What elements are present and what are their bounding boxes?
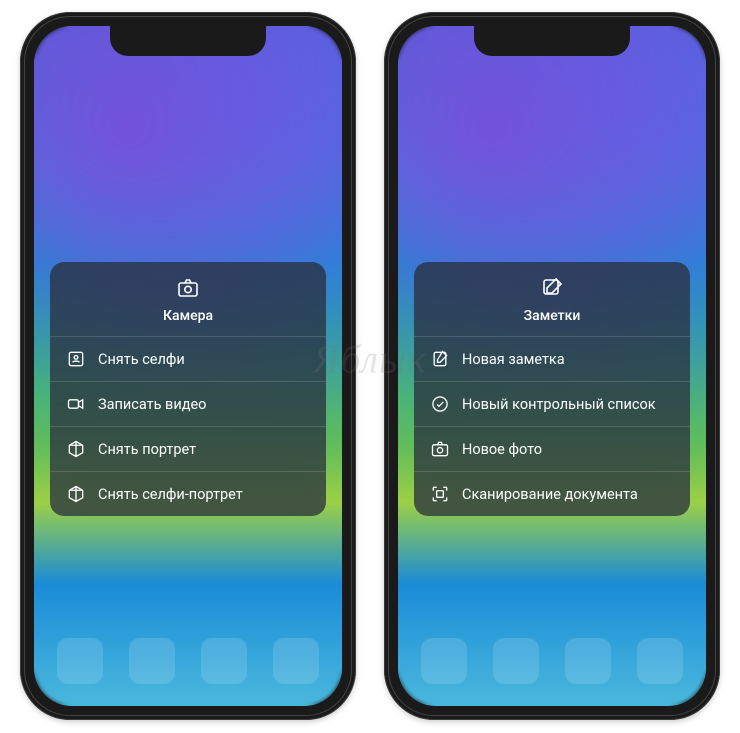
menu-header: Заметки — [414, 262, 690, 336]
menu-title: Заметки — [524, 308, 581, 324]
camera-icon — [176, 276, 200, 300]
dock — [44, 626, 332, 696]
action-new-photo[interactable]: Новое фото — [414, 426, 690, 471]
action-label: Сканирование документа — [462, 486, 638, 503]
menu-title: Камера — [163, 308, 213, 324]
phone-frame-left: Камера Снять селфи Записать видео Снять … — [20, 12, 356, 720]
menu-header: Камера — [50, 262, 326, 336]
quick-action-menu-camera[interactable]: Камера Снять селфи Записать видео Снять … — [50, 262, 326, 516]
action-scan-document[interactable]: Сканирование документа — [414, 471, 690, 516]
action-label: Новая заметка — [462, 351, 565, 368]
action-label: Записать видео — [98, 396, 206, 413]
action-label: Новый контрольный список — [462, 396, 656, 413]
phone-frame-right: Заметки Новая заметка Новый контрольный … — [384, 12, 720, 720]
note-icon — [430, 349, 450, 369]
portrait-icon — [66, 484, 86, 504]
dock — [408, 626, 696, 696]
checklist-icon — [430, 394, 450, 414]
portrait-icon — [66, 439, 86, 459]
screen: Заметки Новая заметка Новый контрольный … — [398, 26, 706, 706]
scan-icon — [430, 484, 450, 504]
action-take-selfie-portrait[interactable]: Снять селфи-портрет — [50, 471, 326, 516]
action-label: Снять селфи — [98, 351, 185, 368]
action-label: Снять селфи-портрет — [98, 486, 243, 503]
action-record-video[interactable]: Записать видео — [50, 381, 326, 426]
action-take-selfie[interactable]: Снять селфи — [50, 336, 326, 381]
screen: Камера Снять селфи Записать видео Снять … — [34, 26, 342, 706]
action-new-note[interactable]: Новая заметка — [414, 336, 690, 381]
camera-icon — [430, 439, 450, 459]
action-new-checklist[interactable]: Новый контрольный список — [414, 381, 690, 426]
video-icon — [66, 394, 86, 414]
action-take-portrait[interactable]: Снять портрет — [50, 426, 326, 471]
selfie-icon — [66, 349, 86, 369]
action-label: Снять портрет — [98, 441, 196, 458]
notch — [474, 26, 630, 56]
quick-action-menu-notes[interactable]: Заметки Новая заметка Новый контрольный … — [414, 262, 690, 516]
notch — [110, 26, 266, 56]
compose-icon — [540, 276, 564, 300]
action-label: Новое фото — [462, 441, 542, 458]
